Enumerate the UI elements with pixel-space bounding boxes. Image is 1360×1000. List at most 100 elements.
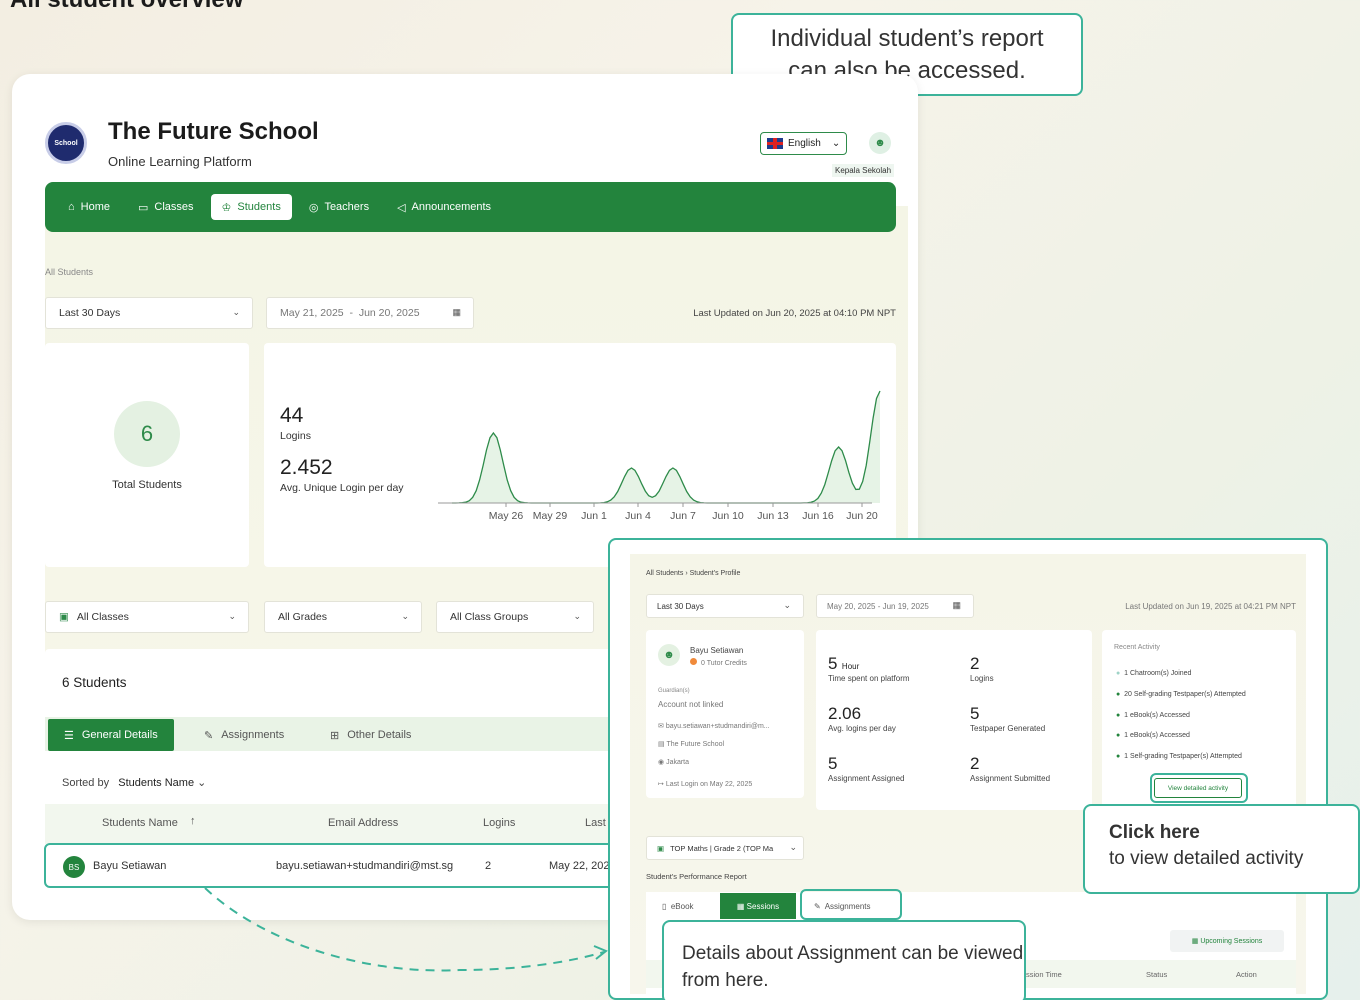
stat-assigned: 5 Assignment Assigned: [828, 754, 905, 783]
stat-testpaper-label: Testpaper Generated: [970, 724, 1046, 733]
date-start: May 21, 2025: [280, 307, 344, 319]
nav-students-label: Students: [237, 201, 281, 213]
class-filter-label: All Classes: [76, 611, 129, 623]
logins-value: 44: [280, 404, 304, 427]
nav-teachers[interactable]: ◎ Teachers: [298, 194, 380, 220]
crumb-all-students[interactable]: All Students: [646, 570, 683, 577]
sorted-by-value: Students Name: [118, 777, 195, 789]
stat-submitted: 2 Assignment Submitted: [970, 754, 1050, 783]
x-tick-label: Jun 10: [712, 510, 744, 522]
sort-up-icon[interactable]: ↑: [190, 815, 196, 827]
nav-classes[interactable]: ▭ Classes: [127, 194, 205, 220]
nav-classes-label: Classes: [154, 201, 194, 213]
recent-1: 20 Self-grading Testpaper(s) Attempted: [1124, 690, 1246, 698]
uk-flag-icon: [767, 138, 783, 149]
list-item: ● 1 eBook(s) Accessed: [1116, 726, 1246, 747]
logins-chart: May 26 May 29 Jun 1 Jun 4 Jun 7 Jun 10 Jun 13 J…: [438, 390, 881, 522]
stat-time-value: 5: [828, 654, 838, 673]
guardian-label: Guardian(s): [658, 688, 690, 694]
chevron-down-icon: ⌄: [197, 777, 207, 789]
class-group-filter[interactable]: All Class Groups ⌄: [436, 601, 594, 633]
list-icon: ☰: [64, 729, 74, 742]
stat-time-unit: Hour: [841, 662, 860, 671]
tab-general-label: General Details: [81, 729, 158, 741]
profile-date-range[interactable]: May 20, 2025 - Jun 19, 2025 ▦: [816, 594, 974, 618]
school-logo: School: [45, 122, 87, 164]
logins-label: Logins: [280, 430, 311, 442]
stat-submitted-value: 2: [970, 754, 980, 773]
profile-city: ◉ Jakarta: [658, 758, 689, 766]
stat-assigned-value: 5: [828, 754, 838, 773]
tab-assignments[interactable]: ✎ Assignments: [188, 719, 300, 751]
tab-sessions-label: Sessions: [746, 901, 780, 911]
total-students-value: 6: [114, 401, 180, 467]
chevron-down-icon: ⌄: [831, 138, 841, 149]
tab-sessions[interactable]: ▦ Sessions: [720, 893, 796, 919]
tab-other-label: Other Details: [347, 729, 412, 741]
x-tick-label: Jun 1: [581, 510, 607, 522]
dot-icon: ●: [1116, 670, 1121, 677]
dot-icon: ●: [1116, 711, 1121, 719]
building-icon: ▤: [658, 741, 665, 748]
stat-avg-value: 2.06: [828, 704, 862, 723]
language-label: English: [788, 138, 821, 149]
class-icon: ▣: [657, 843, 665, 853]
profile-email-text: bayu.setiawan+studmandiri@m...: [665, 723, 770, 730]
grade-filter-label: All Grades: [278, 611, 328, 623]
profile-credits: 0 Tutor Credits: [690, 658, 747, 667]
credit-dot-icon: [690, 658, 697, 665]
mail-icon: ✉: [658, 723, 664, 730]
date-range-picker[interactable]: May 21, 2025 - Jun 20, 2025 ▦: [266, 297, 474, 329]
tab-general-details[interactable]: ☰ General Details: [48, 719, 174, 751]
class-filter[interactable]: ▣ All Classes ⌄: [45, 601, 249, 633]
stat-avg: 2.06 Avg. logins per day: [828, 704, 896, 733]
list-item: ● 20 Self-grading Testpaper(s) Attempted: [1116, 685, 1246, 706]
home-icon: ⌂: [68, 201, 75, 213]
profile-date-label: May 20, 2025 - Jun 19, 2025: [827, 601, 929, 611]
main-nav: ⌂ Home ▭ Classes ♔ Students ◎ Teachers ◁ Anno…: [45, 182, 896, 232]
recent-title: Recent Activity: [1114, 644, 1160, 651]
profile-period-label: Last 30 Days: [657, 601, 704, 611]
callout-click-title: Click here: [1109, 822, 1200, 843]
tab-assignments-label: Assignments: [221, 729, 285, 741]
school-subtitle: Online Learning Platform: [108, 154, 252, 169]
credits-label: 0 Tutor Credits: [701, 660, 747, 667]
period-select[interactable]: Last 30 Days ⌄: [45, 297, 253, 329]
profile-name: Bayu Setiawan: [690, 646, 744, 655]
nav-announcements[interactable]: ◁ Announcements: [386, 194, 502, 220]
nav-teachers-label: Teachers: [324, 201, 370, 213]
profile-city-text: Jakarta: [666, 759, 690, 766]
nav-home[interactable]: ⌂ Home: [57, 194, 121, 220]
class-select[interactable]: ▣ TOP Maths | Grade 2 (TOP Ma ⌄: [646, 836, 804, 860]
user-avatar-icon[interactable]: ☻: [869, 132, 891, 154]
x-tick-label: May 29: [533, 510, 568, 522]
row-highlight: [44, 843, 614, 888]
avg-login-value: 2.452: [280, 456, 333, 479]
period-label: Last 30 Days: [59, 307, 121, 319]
upcoming-sessions-button[interactable]: ▦ Upcoming Sessions: [1170, 930, 1284, 952]
dot-icon: ●: [1116, 690, 1121, 698]
list-item: ● 1 Chatroom(s) Joined: [1116, 664, 1246, 685]
profile-breadcrumb: All Students › Student's Profile: [646, 570, 740, 577]
col-last: Last: [585, 817, 606, 829]
chevron-down-icon: ⌄: [401, 611, 409, 621]
stat-time: 5 Hour Time spent on platform: [828, 654, 910, 683]
avg-login-label: Avg. Unique Login per day: [280, 482, 404, 494]
list-item: ● 1 Self-grading Testpaper(s) Attempted: [1116, 747, 1246, 768]
profile-period-select[interactable]: Last 30 Days ⌄: [646, 594, 804, 618]
col-session-time: ssion Time: [1026, 970, 1062, 979]
performance-title: Student's Performance Report: [646, 872, 747, 881]
nav-students[interactable]: ♔ Students: [210, 194, 292, 220]
sort-row[interactable]: Sorted by Students Name ⌄: [62, 776, 206, 789]
pen-icon: ✎: [204, 729, 214, 742]
col-name[interactable]: Students Name: [102, 817, 178, 829]
language-select[interactable]: English ⌄: [760, 132, 847, 155]
calendar-icon: ▦: [452, 307, 461, 317]
grade-filter[interactable]: All Grades ⌄: [264, 601, 422, 633]
chevron-down-icon: ⌄: [783, 600, 791, 610]
page-title: All student overview: [10, 0, 243, 14]
tab-ebook[interactable]: ▯ eBook: [662, 902, 694, 911]
chart-area: [452, 391, 880, 503]
nav-announcements-label: Announcements: [411, 201, 492, 213]
tab-other-details[interactable]: ⊞ Other Details: [314, 719, 427, 751]
